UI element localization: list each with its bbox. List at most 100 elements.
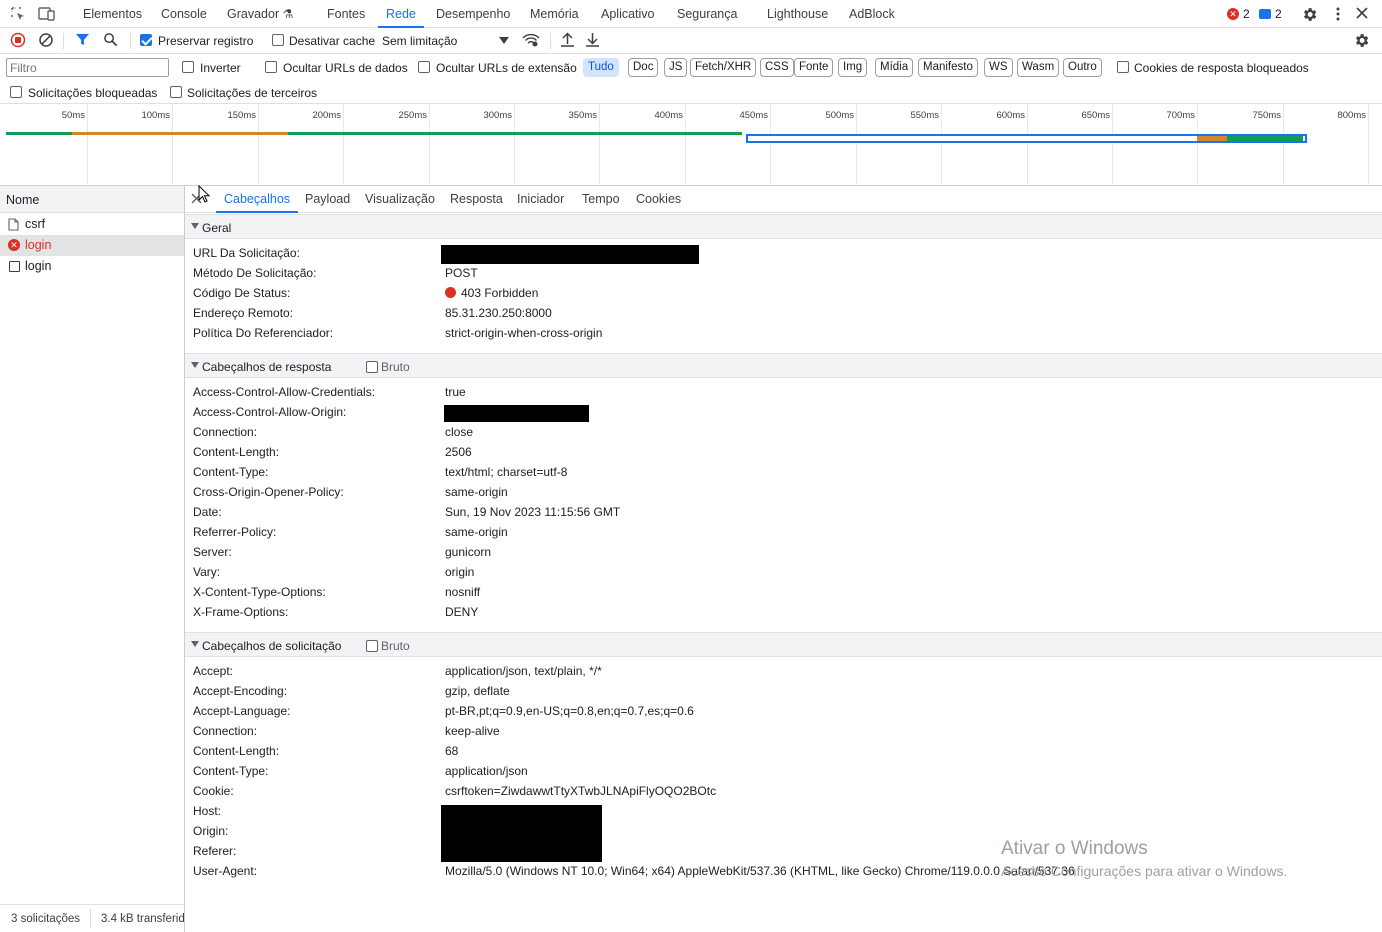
raw-request-headers-checkbox[interactable] (366, 640, 378, 652)
section-general-header[interactable]: Geral (185, 214, 1382, 239)
tab-aplicativo[interactable]: Aplicativo (601, 0, 655, 28)
close-devtools-icon[interactable] (1355, 6, 1369, 20)
tab-lighthouse[interactable]: Lighthouse (767, 0, 828, 28)
request-type-icon (9, 261, 20, 272)
tab-adblock[interactable]: AdBlock (849, 0, 895, 28)
timeline-bar-orange-segment (1197, 136, 1227, 141)
request-list-pane: Nome csrf ✕ login login 3 solicitações 3… (0, 186, 185, 932)
type-filter-manifest[interactable]: Manifesto (918, 58, 978, 77)
type-filter-js[interactable]: JS (664, 58, 688, 77)
throttling-select[interactable]: Sem limitação (382, 34, 457, 48)
invert-checkbox[interactable] (182, 61, 194, 73)
header-row: Content-Length: 2506 (193, 445, 472, 459)
tab-preview[interactable]: Visualização (365, 186, 435, 213)
preserve-log-checkbox[interactable] (140, 34, 152, 46)
filter-funnel-icon[interactable] (75, 32, 90, 47)
tab-rede[interactable]: Rede (378, 0, 424, 28)
preserve-log-label: Preservar registro (158, 34, 254, 48)
flask-icon: ⚗ (282, 7, 294, 21)
hide-extension-urls-checkbox[interactable] (418, 61, 430, 73)
timeline-bar-green-segment (1227, 136, 1303, 141)
request-row-login[interactable]: login (0, 256, 184, 277)
import-har-icon[interactable] (560, 32, 575, 48)
type-filter-font[interactable]: Fonte (794, 58, 834, 77)
settings-gear-icon[interactable] (1301, 6, 1318, 23)
header-row: Vary: origin (193, 565, 475, 579)
header-row: Método De Solicitação: POST (193, 266, 478, 280)
section-response-headers-header[interactable]: Cabeçalhos de resposta Bruto (185, 353, 1382, 378)
header-row: Content-Type: application/json (193, 764, 528, 778)
hide-data-urls-checkbox[interactable] (265, 61, 277, 73)
header-row: URL Da Solicitação: (193, 246, 300, 260)
toolbar-divider (130, 33, 131, 49)
document-icon (8, 218, 19, 234)
export-har-icon[interactable] (585, 32, 600, 48)
type-filter-fetch-xhr[interactable]: Fetch/XHR (690, 58, 757, 77)
section-title: Geral (202, 221, 232, 235)
type-filter-ws[interactable]: WS (984, 58, 1013, 77)
request-row-csrf[interactable]: csrf (0, 214, 184, 235)
tab-initiator[interactable]: Iniciador (517, 186, 564, 213)
request-list-header[interactable]: Nome (0, 186, 184, 213)
type-filter-all[interactable]: Tudo (583, 58, 619, 77)
type-filter-wasm[interactable]: Wasm (1017, 58, 1060, 77)
header-row: Date: Sun, 19 Nov 2023 11:15:56 GMT (193, 505, 621, 519)
section-request-headers-header[interactable]: Cabeçalhos de solicitação Bruto (185, 632, 1382, 657)
type-filter-media[interactable]: Mídia (875, 58, 914, 77)
header-row: Referer: (193, 844, 237, 858)
header-row: Origin: (193, 824, 229, 838)
clear-log-icon[interactable] (38, 32, 54, 48)
third-party-requests-checkbox[interactable] (170, 86, 182, 98)
blocked-response-cookies-checkbox[interactable] (1117, 61, 1129, 73)
request-name: login (25, 238, 52, 252)
request-row-login-error[interactable]: ✕ login (0, 235, 184, 256)
type-filter-doc[interactable]: Doc (628, 58, 659, 77)
tab-timing[interactable]: Tempo (582, 186, 620, 213)
tab-desempenho[interactable]: Desempenho (436, 0, 510, 28)
chevron-down-icon[interactable] (499, 37, 509, 44)
blocked-requests-checkbox[interactable] (10, 86, 22, 98)
header-row: Política Do Referenciador: strict-origin-… (193, 326, 603, 340)
tab-memoria[interactable]: Memória (530, 0, 579, 28)
tab-cookies[interactable]: Cookies (636, 186, 681, 213)
type-filter-img[interactable]: Img (838, 58, 868, 77)
network-conditions-icon[interactable] (522, 32, 540, 48)
mouse-cursor-icon (198, 184, 211, 206)
tab-elementos[interactable]: Elementos (83, 0, 142, 28)
timeline-tick: 550ms (910, 104, 942, 184)
type-filter-other[interactable]: Outro (1063, 58, 1102, 77)
raw-response-headers-checkbox[interactable] (366, 361, 378, 373)
section-title: Cabeçalhos de solicitação (202, 639, 342, 653)
disable-cache-checkbox[interactable] (272, 34, 284, 46)
device-toolbar-icon[interactable] (38, 6, 56, 22)
timeline-tick: 700ms (1166, 104, 1198, 184)
error-icon: ✕ (1227, 8, 1239, 20)
status-error-dot (445, 287, 456, 298)
type-filter-css[interactable]: CSS (760, 58, 794, 77)
inspect-element-icon[interactable] (10, 6, 26, 22)
error-count-badge[interactable]: ✕ 2 (1227, 7, 1250, 21)
filter-input[interactable] (6, 58, 169, 77)
timeline-tick: 50ms (62, 104, 88, 184)
header-row: Access-Control-Allow-Credentials: true (193, 385, 466, 399)
tab-payload[interactable]: Payload (305, 186, 350, 213)
tab-seguranca[interactable]: Segurança (677, 0, 737, 28)
timeline-tick: 100ms (141, 104, 173, 184)
error-status-icon: ✕ (8, 239, 20, 251)
search-icon[interactable] (103, 32, 118, 47)
message-count-badge[interactable]: 2 (1259, 7, 1282, 21)
header-row: Host: (193, 804, 222, 818)
stop-recording-icon[interactable] (10, 32, 26, 48)
network-overview-timeline[interactable]: 50ms 100ms 150ms 200ms 250ms 300ms 350ms… (0, 104, 1382, 186)
more-options-icon[interactable] (1333, 6, 1343, 22)
tab-response[interactable]: Resposta (450, 186, 503, 213)
tab-fontes[interactable]: Fontes (327, 0, 365, 28)
redacted-url (441, 245, 699, 264)
network-settings-gear-icon[interactable] (1353, 32, 1370, 49)
tab-console[interactable]: Console (161, 0, 207, 28)
devtools-main-tabbar: Elementos Console Gravador ⚗ Fontes Rede… (0, 0, 1382, 28)
tab-gravador[interactable]: Gravador ⚗ (227, 0, 293, 28)
name-column-header: Nome (6, 193, 40, 207)
tab-headers[interactable]: Cabeçalhos (216, 186, 299, 213)
blocked-requests-label: Solicitações bloqueadas (28, 86, 158, 100)
